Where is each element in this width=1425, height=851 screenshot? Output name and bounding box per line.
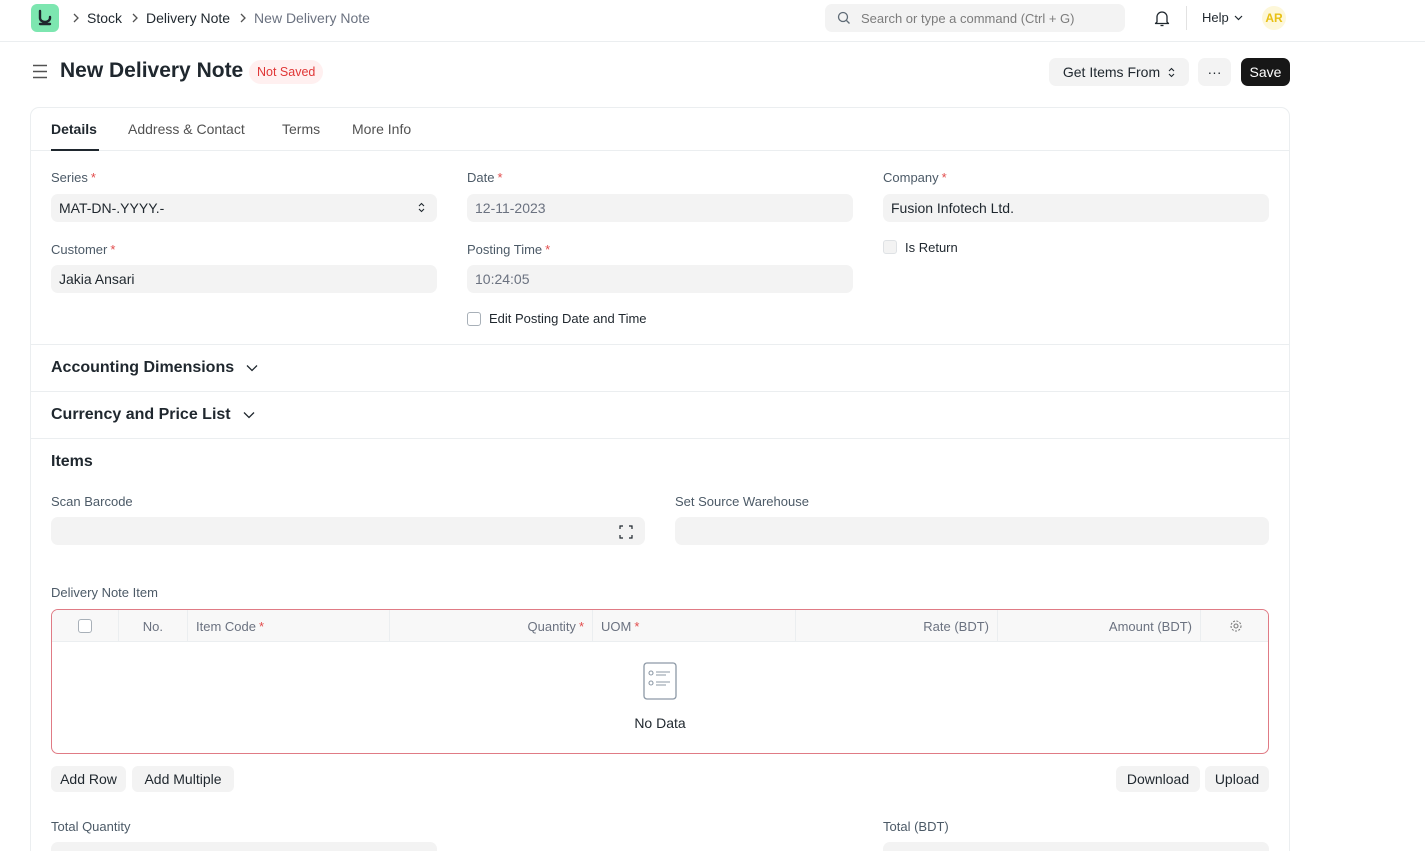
upload-button[interactable]: Upload [1205,766,1269,792]
header-no: No. [119,610,188,642]
help-label: Help [1202,10,1229,25]
total-quantity-field [51,842,437,851]
date-label: Date * [467,170,503,185]
grid-label: Delivery Note Item [51,585,158,600]
edit-posting-label: Edit Posting Date and Time [489,311,647,326]
scan-icon[interactable] [619,525,633,539]
breadcrumb-current[interactable]: New Delivery Note [254,10,370,26]
sort-arrows-icon [418,202,425,213]
add-row-button[interactable]: Add Row [51,766,126,792]
chevron-down-icon [243,412,255,419]
section-currency-price-list[interactable]: Currency and Price List [51,406,255,424]
company-label: Company * [883,170,947,185]
section-accounting-dimensions[interactable]: Accounting Dimensions [51,359,258,377]
chevron-down-icon [1234,15,1243,20]
form-card: Details Address & Contact Terms More Inf… [30,107,1290,851]
scan-barcode-input[interactable] [51,517,645,545]
select-all-checkbox[interactable] [78,619,92,633]
chevron-right-icon [239,13,247,23]
header-quantity[interactable]: Quantity * [390,610,593,642]
posting-time-label: Posting Time * [467,242,551,257]
header-uom[interactable]: UOM * [593,610,796,642]
company-field[interactable]: Fusion Infotech Ltd. [883,194,1269,222]
avatar[interactable]: AR [1262,6,1286,30]
save-button[interactable]: Save [1241,58,1290,86]
page-title: New Delivery Note [60,59,244,82]
section-items-title: Items [51,453,93,470]
section-divider [31,391,1289,392]
sidebar-toggle-icon[interactable] [32,64,48,84]
status-badge: Not Saved [249,60,324,84]
no-data-text: No Data [634,715,686,731]
app-logo-icon[interactable] [31,4,59,32]
items-table-header: No. Item Code * Quantity * UOM * Rate (BDT)… [52,610,1268,642]
posting-time-field[interactable]: 10:24:05 [467,265,853,293]
search-input[interactable]: Search or type a command (Ctrl + G) [825,4,1125,32]
chevron-down-icon [246,365,258,372]
get-items-label: Get Items From [1062,64,1161,80]
form-tabs: Details Address & Contact Terms More Inf… [31,108,1289,151]
header-amount[interactable]: Amount (BDT) [998,610,1201,642]
more-actions-button[interactable]: ··· [1198,58,1231,86]
customer-label: Customer * [51,242,116,257]
add-multiple-button[interactable]: Add Multiple [132,766,234,792]
total-quantity-label: Total Quantity [51,819,131,834]
is-return-label: Is Return [905,240,958,255]
tab-address-contact[interactable]: Address & Contact [128,121,245,137]
scan-barcode-label: Scan Barcode [51,494,133,509]
sort-arrows-icon [1168,67,1175,77]
search-icon [837,11,850,24]
series-label: Series * [51,170,96,185]
header-rate[interactable]: Rate (BDT) [796,610,998,642]
header-item-code[interactable]: Item Code * [188,610,390,642]
section-currency-title: Currency and Price List [51,406,231,423]
source-warehouse-label: Set Source Warehouse [675,494,809,509]
section-accounting-title: Accounting Dimensions [51,359,235,376]
is-return-checkbox[interactable] [883,240,897,254]
notification-bell-icon[interactable] [1154,9,1170,32]
chevron-right-icon [72,13,80,23]
column-settings-button[interactable] [1201,610,1268,642]
tab-more-info[interactable]: More Info [352,121,411,137]
get-items-from-button[interactable]: Get Items From [1049,58,1189,86]
series-select[interactable]: MAT-DN-.YYYY.- [51,194,437,222]
tab-terms[interactable]: Terms [282,121,320,137]
tab-details[interactable]: Details [51,121,97,137]
date-field[interactable]: 12-11-2023 [467,194,853,222]
empty-state: No Data [52,662,1268,731]
empty-list-icon [643,662,677,700]
total-field [883,842,1269,851]
navbar-divider [1186,6,1187,30]
breadcrumb: Stock Delivery Note New Delivery Note [72,0,379,36]
section-divider [31,344,1289,345]
download-button[interactable]: Download [1116,766,1200,792]
gear-icon [1229,620,1242,632]
total-label: Total (BDT) [883,819,949,834]
source-warehouse-input[interactable] [675,517,1269,545]
breadcrumb-delivery-note[interactable]: Delivery Note [146,10,230,26]
series-value: MAT-DN-.YYYY.- [59,200,165,216]
chevron-right-icon [131,13,139,23]
items-table: No. Item Code * Quantity * UOM * Rate (BDT)… [51,609,1269,754]
active-tab-indicator [51,149,99,151]
top-navbar: Stock Delivery Note New Delivery Note Se… [0,0,1425,42]
search-placeholder: Search or type a command (Ctrl + G) [861,10,1075,26]
customer-field[interactable]: Jakia Ansari [51,265,437,293]
help-dropdown[interactable]: Help [1202,10,1243,25]
section-divider [31,438,1289,439]
breadcrumb-stock[interactable]: Stock [87,10,122,26]
edit-posting-checkbox[interactable] [467,312,481,326]
header-select-col [52,610,119,642]
